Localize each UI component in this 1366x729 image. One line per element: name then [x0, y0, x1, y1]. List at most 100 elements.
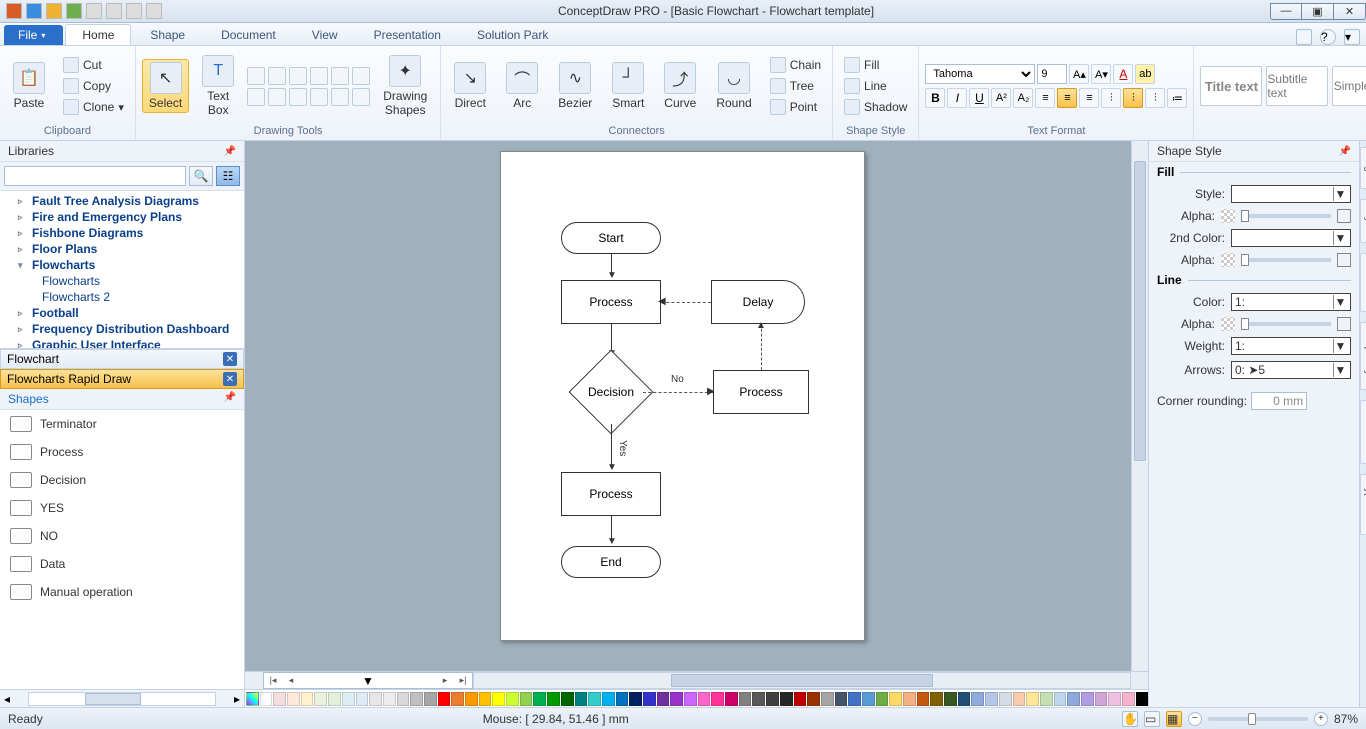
- tree-node[interactable]: ▹Graphic User Interface: [0, 337, 244, 349]
- line-alpha-slider[interactable]: [1241, 322, 1331, 326]
- font-size-input[interactable]: [1037, 64, 1067, 84]
- palette-color[interactable]: [807, 692, 820, 706]
- shape-item[interactable]: Process: [0, 438, 244, 466]
- palette-color[interactable]: [725, 692, 738, 706]
- connector-bezier-button[interactable]: ∿Bezier: [551, 59, 599, 113]
- tool-icon[interactable]: [289, 67, 307, 85]
- tab-view[interactable]: View: [295, 24, 355, 45]
- palette-color[interactable]: [342, 692, 355, 706]
- shape-process-bottom[interactable]: Process: [561, 472, 661, 516]
- cut-button[interactable]: Cut: [58, 55, 129, 75]
- italic-button[interactable]: I: [947, 88, 967, 108]
- tab-document[interactable]: Document: [204, 24, 293, 45]
- palette-color[interactable]: [616, 692, 629, 706]
- tree-node[interactable]: ▹Fire and Emergency Plans: [0, 209, 244, 225]
- palette-color[interactable]: [1081, 692, 1094, 706]
- palette-color[interactable]: [1026, 692, 1039, 706]
- drawing-shapes-button[interactable]: ✦ Drawing Shapes: [376, 52, 434, 120]
- maximize-button[interactable]: ▣: [1302, 3, 1334, 20]
- tree-view-button[interactable]: ☷: [216, 166, 240, 186]
- connector-arc-button[interactable]: ⌒Arc: [499, 59, 545, 113]
- palette-color[interactable]: [670, 692, 683, 706]
- palette-color[interactable]: [328, 692, 341, 706]
- palette-color[interactable]: [561, 692, 574, 706]
- palette-color[interactable]: [835, 692, 848, 706]
- palette-color[interactable]: [260, 692, 273, 706]
- side-tab[interactable]: Information: [1360, 400, 1366, 464]
- qat-undo-icon[interactable]: [86, 3, 102, 19]
- bullets-button[interactable]: ≔: [1167, 88, 1187, 108]
- palette-color[interactable]: [1108, 692, 1121, 706]
- shape-process[interactable]: Process: [561, 280, 661, 324]
- shape-end[interactable]: End: [561, 546, 661, 578]
- pin-icon[interactable]: 📌: [224, 146, 236, 157]
- qat-redo-icon[interactable]: [106, 3, 122, 19]
- text-box-button[interactable]: T Text Box: [195, 52, 241, 120]
- library-tree[interactable]: ▹Fault Tree Analysis Diagrams▹Fire and E…: [0, 191, 244, 349]
- shape-start[interactable]: Start: [561, 222, 661, 254]
- palette-color[interactable]: [287, 692, 300, 706]
- palette-color[interactable]: [369, 692, 382, 706]
- bold-button[interactable]: B: [925, 88, 945, 108]
- grid-icon[interactable]: ▦: [1166, 711, 1182, 727]
- tree-node[interactable]: ▹Floor Plans: [0, 241, 244, 257]
- library-tab[interactable]: Flowcharts Rapid Draw✕: [0, 369, 244, 389]
- minimize-ribbon-icon[interactable]: ▾: [1344, 29, 1360, 45]
- tab-presentation[interactable]: Presentation: [357, 24, 458, 45]
- underline-button[interactable]: U: [969, 88, 989, 108]
- close-icon[interactable]: ✕: [223, 352, 237, 366]
- select-tool-button[interactable]: ↖ Select: [142, 59, 189, 113]
- tool-icon[interactable]: [268, 67, 286, 85]
- palette-color[interactable]: [438, 692, 451, 706]
- line-color-select[interactable]: 1:▼: [1231, 293, 1351, 311]
- color-palette-bar[interactable]: [245, 689, 1148, 707]
- palette-color[interactable]: [520, 692, 533, 706]
- shrink-font-button[interactable]: A▾: [1091, 64, 1111, 84]
- tree-node[interactable]: Flowcharts: [0, 273, 244, 289]
- connector-smart-button[interactable]: ┘Smart: [605, 59, 651, 113]
- pan-mode-icon[interactable]: ✋: [1122, 711, 1138, 727]
- subscript-button[interactable]: A₂: [1013, 88, 1033, 108]
- document-page[interactable]: Start ▼ Process ▼ Delay ◀ Decision ▶ No …: [500, 151, 865, 641]
- palette-color[interactable]: [629, 692, 642, 706]
- subtitle-text-style[interactable]: Subtitle text: [1266, 66, 1328, 106]
- side-tab[interactable]: Behaviour: [1360, 253, 1366, 312]
- snap-icon[interactable]: ▭: [1144, 711, 1160, 727]
- side-tab[interactable]: Shape Style: [1360, 322, 1366, 390]
- palette-color[interactable]: [780, 692, 793, 706]
- palette-color[interactable]: [848, 692, 861, 706]
- shape-process-right[interactable]: Process: [713, 370, 809, 414]
- tab-shape[interactable]: Shape: [133, 24, 202, 45]
- tree-node[interactable]: ▾Flowcharts: [0, 257, 244, 273]
- weight-select[interactable]: 1:▼: [1231, 337, 1351, 355]
- palette-color[interactable]: [383, 692, 396, 706]
- tab-solution-park[interactable]: Solution Park: [460, 24, 565, 45]
- tool-icon[interactable]: [352, 67, 370, 85]
- clone-button[interactable]: Clone ▾: [58, 97, 129, 117]
- font-color-button[interactable]: A: [1113, 64, 1133, 84]
- alpha2-slider[interactable]: [1241, 258, 1331, 262]
- palette-color[interactable]: [533, 692, 546, 706]
- side-tab[interactable]: Layers: [1360, 199, 1366, 243]
- shape-decision[interactable]: Decision: [569, 350, 654, 435]
- palette-color[interactable]: [314, 692, 327, 706]
- palette-color[interactable]: [971, 692, 984, 706]
- palette-color[interactable]: [410, 692, 423, 706]
- palette-color[interactable]: [944, 692, 957, 706]
- connector-curve-button[interactable]: ⤴Curve: [657, 59, 703, 113]
- side-tab[interactable]: Hypernote: [1360, 474, 1366, 534]
- palette-color[interactable]: [1040, 692, 1053, 706]
- palette-color[interactable]: [506, 692, 519, 706]
- library-search-input[interactable]: [4, 166, 186, 186]
- shape-item[interactable]: Terminator: [0, 410, 244, 438]
- superscript-button[interactable]: A²: [991, 88, 1011, 108]
- shape-item[interactable]: Data: [0, 550, 244, 578]
- palette-color[interactable]: [1054, 692, 1067, 706]
- corner-rounding-input[interactable]: [1251, 392, 1307, 410]
- page-tab-bar[interactable]: |◂◂▼▸▸|: [263, 672, 473, 689]
- palette-color[interactable]: [862, 692, 875, 706]
- palette-color[interactable]: [985, 692, 998, 706]
- grow-font-button[interactable]: A▴: [1069, 64, 1089, 84]
- palette-color[interactable]: [917, 692, 930, 706]
- palette-color[interactable]: [451, 692, 464, 706]
